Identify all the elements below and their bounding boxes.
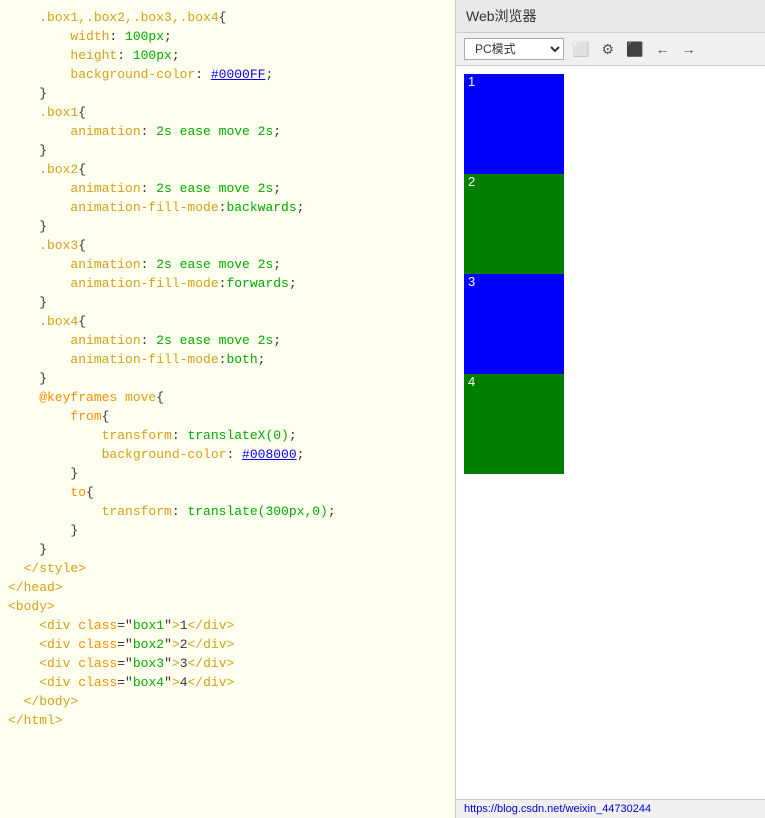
screenshot-button[interactable]: ⬜ bbox=[568, 40, 593, 58]
preview-box-1: 1 bbox=[464, 74, 564, 174]
back-button[interactable]: ← bbox=[651, 40, 673, 58]
browser-title-text: Web浏览器 bbox=[466, 8, 537, 24]
box-3-label: 3 bbox=[464, 272, 479, 291]
preview-box-4: 4 bbox=[464, 374, 564, 474]
browser-statusbar: https://blog.csdn.net/weixin_44730244 bbox=[456, 799, 765, 818]
browser-content: 1 2 3 4 bbox=[456, 66, 765, 799]
boxes-container: 1 2 3 4 bbox=[456, 66, 765, 482]
browser-status-url: https://blog.csdn.net/weixin_44730244 bbox=[464, 803, 651, 815]
forward-button[interactable]: → bbox=[677, 40, 699, 58]
browser-mode-select[interactable]: PC模式 bbox=[464, 38, 564, 60]
box-2-label: 2 bbox=[464, 172, 479, 191]
expand-button[interactable]: ⬛ bbox=[622, 40, 647, 58]
browser-panel: Web浏览器 PC模式 ⬜ ⚙ ⬛ ← → 1 2 3 4 https://bl… bbox=[455, 0, 765, 818]
box-1-label: 1 bbox=[464, 72, 479, 91]
browser-title: Web浏览器 bbox=[456, 0, 765, 33]
browser-toolbar: PC模式 ⬜ ⚙ ⬛ ← → bbox=[456, 33, 765, 66]
preview-box-2: 2 bbox=[464, 174, 564, 274]
settings-button[interactable]: ⚙ bbox=[597, 40, 618, 58]
preview-box-3: 3 bbox=[464, 274, 564, 374]
box-4-label: 4 bbox=[464, 372, 479, 391]
